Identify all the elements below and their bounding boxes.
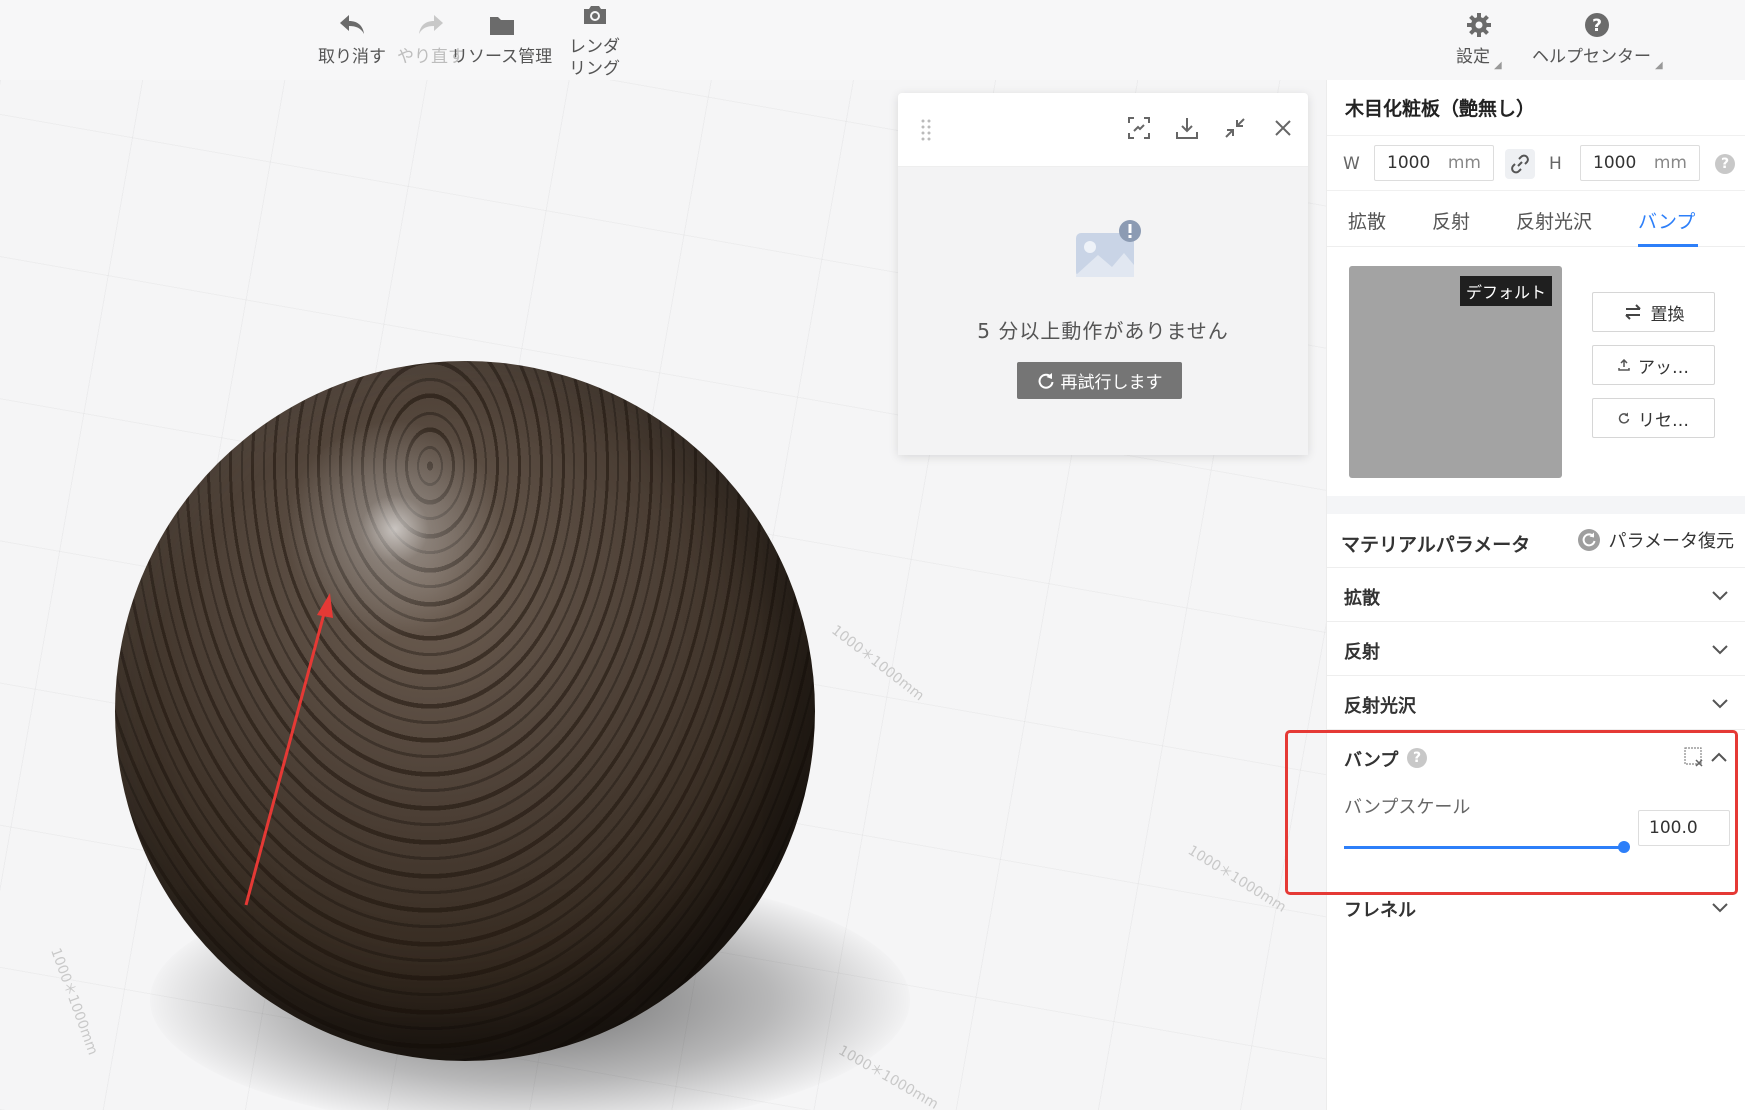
restore-label: パラメータ復元 — [1608, 531, 1734, 552]
dialog-body: 5 分以上動作がありません 再試行します — [898, 167, 1308, 455]
idle-warning-illustration-icon — [1076, 220, 1141, 277]
undo-icon — [340, 15, 364, 34]
collapse-icon[interactable] — [1222, 115, 1248, 141]
section-separator — [1327, 496, 1745, 514]
section-gloss[interactable]: 反射光沢 — [1327, 676, 1745, 730]
redo-icon — [419, 15, 443, 34]
render-label-line2: リング — [569, 59, 620, 79]
width-input[interactable]: 1000 mm — [1374, 145, 1494, 181]
bump-help-icon[interactable]: ? — [1407, 748, 1427, 768]
help-center-button[interactable]: ? ヘルプセンター ◢ — [1532, 10, 1663, 71]
restore-icon — [1577, 529, 1600, 551]
tab-gloss[interactable]: 反射光沢 — [1516, 207, 1592, 234]
link-icon — [1511, 154, 1529, 174]
section-bump-label: バンプ — [1344, 750, 1399, 771]
width-label: W — [1343, 154, 1360, 174]
upload-label: アッ… — [1638, 357, 1689, 378]
tab-bump[interactable]: バンプ — [1638, 207, 1695, 234]
height-input[interactable]: 1000 mm — [1580, 145, 1700, 181]
fit-screen-icon[interactable] — [1126, 115, 1152, 141]
reset-icon — [1618, 412, 1630, 424]
idle-dialog: 5 分以上動作がありません 再試行します — [898, 93, 1308, 455]
close-icon[interactable] — [1270, 115, 1296, 141]
height-label: H — [1549, 154, 1562, 174]
undo-label: 取り消す — [318, 47, 386, 67]
settings-label: 設定 — [1456, 47, 1490, 67]
section-gloss-label: 反射光沢 — [1344, 696, 1416, 717]
download-icon[interactable] — [1174, 115, 1200, 141]
section-diffuse-label: 拡散 — [1344, 588, 1380, 609]
folder-icon — [489, 17, 514, 35]
camera-icon — [583, 6, 606, 24]
width-value: 1000 — [1387, 153, 1431, 173]
material-panel: 木目化粧板（艶無し） W 1000 mm H 1000 mm ? 拡散 反射 反… — [1326, 80, 1745, 1110]
active-tab-indicator — [1638, 244, 1698, 247]
height-unit: mm — [1653, 153, 1687, 173]
section-reflection-label: 反射 — [1344, 642, 1380, 663]
width-unit: mm — [1447, 153, 1481, 173]
size-help-icon[interactable]: ? — [1715, 154, 1735, 174]
restore-params-button[interactable]: パラメータ復元 — [1577, 527, 1734, 553]
size-row: W 1000 mm H 1000 mm ? — [1327, 135, 1745, 191]
material-params-header: マテリアルパラメータ パラメータ復元 — [1327, 514, 1745, 568]
settings-caret-icon: ◢ — [1494, 60, 1502, 71]
help-caret-icon: ◢ — [1655, 60, 1663, 71]
replace-button[interactable]: 置換 — [1592, 292, 1715, 332]
upload-icon — [1618, 359, 1630, 371]
render-label-line1: レンダ — [569, 37, 620, 57]
undo-button[interactable]: 取り消す — [318, 10, 386, 68]
section-bump: バンプ ? バンプスケール — [1327, 730, 1745, 886]
retry-button[interactable]: 再試行します — [1017, 362, 1182, 399]
svg-text:?: ? — [1592, 16, 1602, 36]
material-name: 木目化粧板（艶無し） — [1345, 98, 1536, 120]
refresh-icon — [1038, 372, 1053, 389]
section-fresnel-label: フレネル — [1344, 900, 1416, 921]
idle-message: 5 分以上動作がありません — [977, 319, 1229, 343]
chevron-down-icon — [1712, 903, 1728, 913]
top-toolbar: 取り消す やり直す リソース管理 レンダ リング 設定 ◢ ? ヘルプセンター ◢ — [0, 0, 1745, 80]
settings-button[interactable]: 設定 ◢ — [1456, 10, 1502, 71]
section-reflection[interactable]: 反射 — [1327, 622, 1745, 676]
help-center-label: ヘルプセンター — [1532, 47, 1651, 67]
disable-map-icon[interactable] — [1683, 746, 1705, 768]
render-button[interactable]: レンダ リング — [569, 0, 620, 80]
gear-icon — [1466, 13, 1491, 37]
bump-scale-slider-handle[interactable] — [1618, 841, 1630, 853]
tab-diffuse[interactable]: 拡散 — [1348, 207, 1386, 234]
tab-reflection[interactable]: 反射 — [1432, 207, 1470, 234]
dialog-header — [898, 93, 1308, 167]
chevron-up-icon[interactable] — [1709, 748, 1729, 768]
texture-tabs: 拡散 反射 反射光沢 バンプ — [1327, 191, 1745, 247]
reset-button[interactable]: リセ… — [1592, 398, 1715, 438]
chevron-down-icon — [1712, 591, 1728, 601]
resource-manager-label: リソース管理 — [451, 47, 553, 67]
texture-thumbnail[interactable]: デフォルト — [1349, 266, 1562, 478]
chevron-down-icon — [1712, 699, 1728, 709]
drag-handle-icon[interactable] — [920, 118, 932, 142]
reset-label: リセ… — [1638, 410, 1689, 431]
bump-scale-slider[interactable] — [1344, 846, 1620, 849]
material-params-title: マテリアルパラメータ — [1341, 534, 1531, 556]
section-fresnel[interactable]: フレネル — [1327, 880, 1745, 934]
bump-scale-input[interactable]: 100.0 — [1638, 810, 1730, 846]
height-value: 1000 — [1593, 153, 1637, 173]
section-diffuse[interactable]: 拡散 — [1327, 568, 1745, 622]
bump-scale-value: 100.0 — [1649, 818, 1698, 838]
help-icon: ? — [1585, 13, 1610, 37]
chevron-down-icon — [1712, 645, 1728, 655]
bump-scale-label: バンプスケール — [1344, 797, 1471, 818]
default-badge: デフォルト — [1459, 276, 1552, 306]
aspect-lock-button[interactable] — [1505, 149, 1535, 179]
swap-icon — [1624, 304, 1641, 320]
upload-button[interactable]: アッ… — [1592, 345, 1715, 385]
retry-label: 再試行します — [1060, 373, 1163, 393]
replace-label: 置換 — [1650, 304, 1685, 325]
resource-manager-button[interactable]: リソース管理 — [451, 10, 552, 68]
